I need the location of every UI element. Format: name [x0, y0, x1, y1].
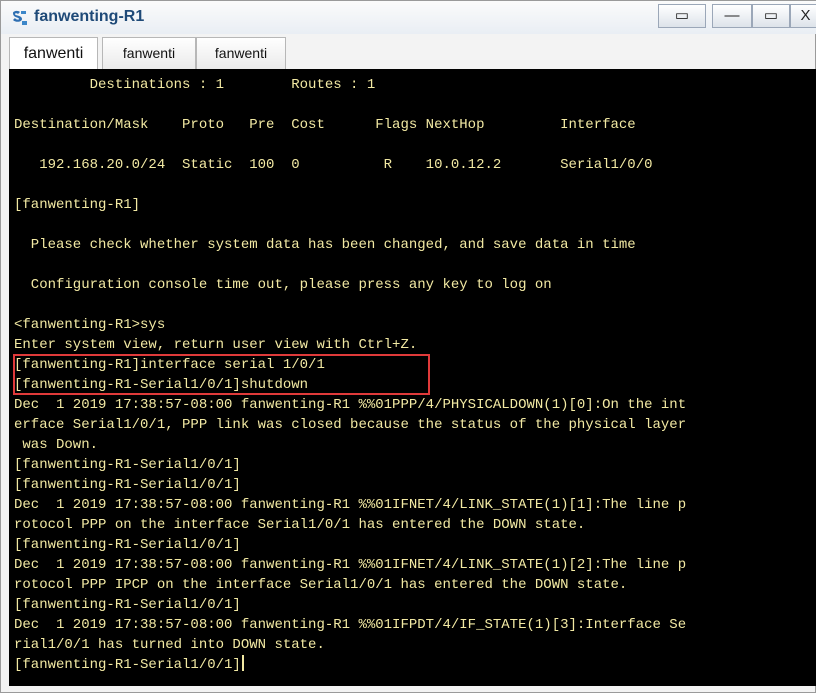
terminal-line: Please check whether system data has bee…	[14, 237, 636, 253]
restore-button[interactable]: ▭	[658, 4, 706, 28]
terminal-line: <fanwenting-R1>sys	[14, 317, 166, 333]
tab-session-2[interactable]: fanwenti	[102, 37, 196, 69]
terminal-line: [fanwenting-R1-Serial1/0/1]	[14, 655, 244, 675]
terminal-line: [fanwenting-R1]interface serial 1/0/1	[14, 357, 325, 373]
terminal-line: Dec 1 2019 17:38:57-08:00 fanwenting-R1 …	[14, 557, 687, 573]
maximize-icon: ▭	[763, 7, 779, 24]
text-cursor	[241, 655, 244, 671]
tab-session-1[interactable]: fanwenti	[9, 37, 98, 70]
terminal-line: rial1/0/1 has turned into DOWN state.	[14, 637, 325, 653]
close-icon: X	[800, 7, 811, 24]
title-bar[interactable]: fanwenting-R1 ▭ — ▭ X	[1, 1, 816, 34]
terminal-line: Dec 1 2019 17:38:57-08:00 fanwenting-R1 …	[14, 397, 687, 413]
terminal-line: erface Serial1/0/1, PPP link was closed …	[14, 417, 687, 433]
terminal-line: [fanwenting-R1-Serial1/0/1]	[14, 477, 241, 493]
terminal-line: was Down.	[14, 437, 99, 453]
terminal-line: Dec 1 2019 17:38:57-08:00 fanwenting-R1 …	[14, 617, 687, 633]
window-title: fanwenting-R1	[34, 8, 145, 25]
terminal-line: [fanwenting-R1-Serial1/0/1]	[14, 597, 241, 613]
terminal-line: Configuration console time out, please p…	[14, 277, 552, 293]
router-app-icon	[13, 10, 27, 25]
terminal-line: Enter system view, return user view with…	[14, 337, 418, 353]
terminal-line: Destinations : 1 Routes : 1	[14, 77, 376, 93]
minimize-icon: —	[724, 7, 740, 24]
terminal-line: [fanwenting-R1-Serial1/0/1]	[14, 537, 241, 553]
maximize-button[interactable]: ▭	[752, 4, 790, 28]
terminal-line: rotocol PPP on the interface Serial1/0/1…	[14, 517, 586, 533]
close-button[interactable]: X	[790, 4, 816, 28]
minimize-button[interactable]: —	[712, 4, 752, 28]
tab-session-3[interactable]: fanwenti	[196, 37, 286, 69]
terminal-line: [fanwenting-R1-Serial1/0/1]shutdown	[14, 377, 309, 393]
restore-window-icon: ▭	[674, 7, 690, 24]
terminal-line: [fanwenting-R1-Serial1/0/1]	[14, 457, 241, 473]
terminal-line: 192.168.20.0/24 Static 100 0 R 10.0.12.2…	[14, 157, 653, 173]
terminal-line: rotocol PPP IPCP on the interface Serial…	[14, 577, 628, 593]
terminal-line: [fanwenting-R1]	[14, 197, 141, 213]
terminal-console[interactable]: Destinations : 1 Routes : 1 Destination/M…	[9, 69, 816, 686]
terminal-window: fanwenting-R1 ▭ — ▭ X fanwenti fanwenti …	[0, 0, 816, 693]
terminal-line: Dec 1 2019 17:38:57-08:00 fanwenting-R1 …	[14, 497, 687, 513]
terminal-line: Destination/Mask Proto Pre Cost Flags Ne…	[14, 117, 636, 133]
